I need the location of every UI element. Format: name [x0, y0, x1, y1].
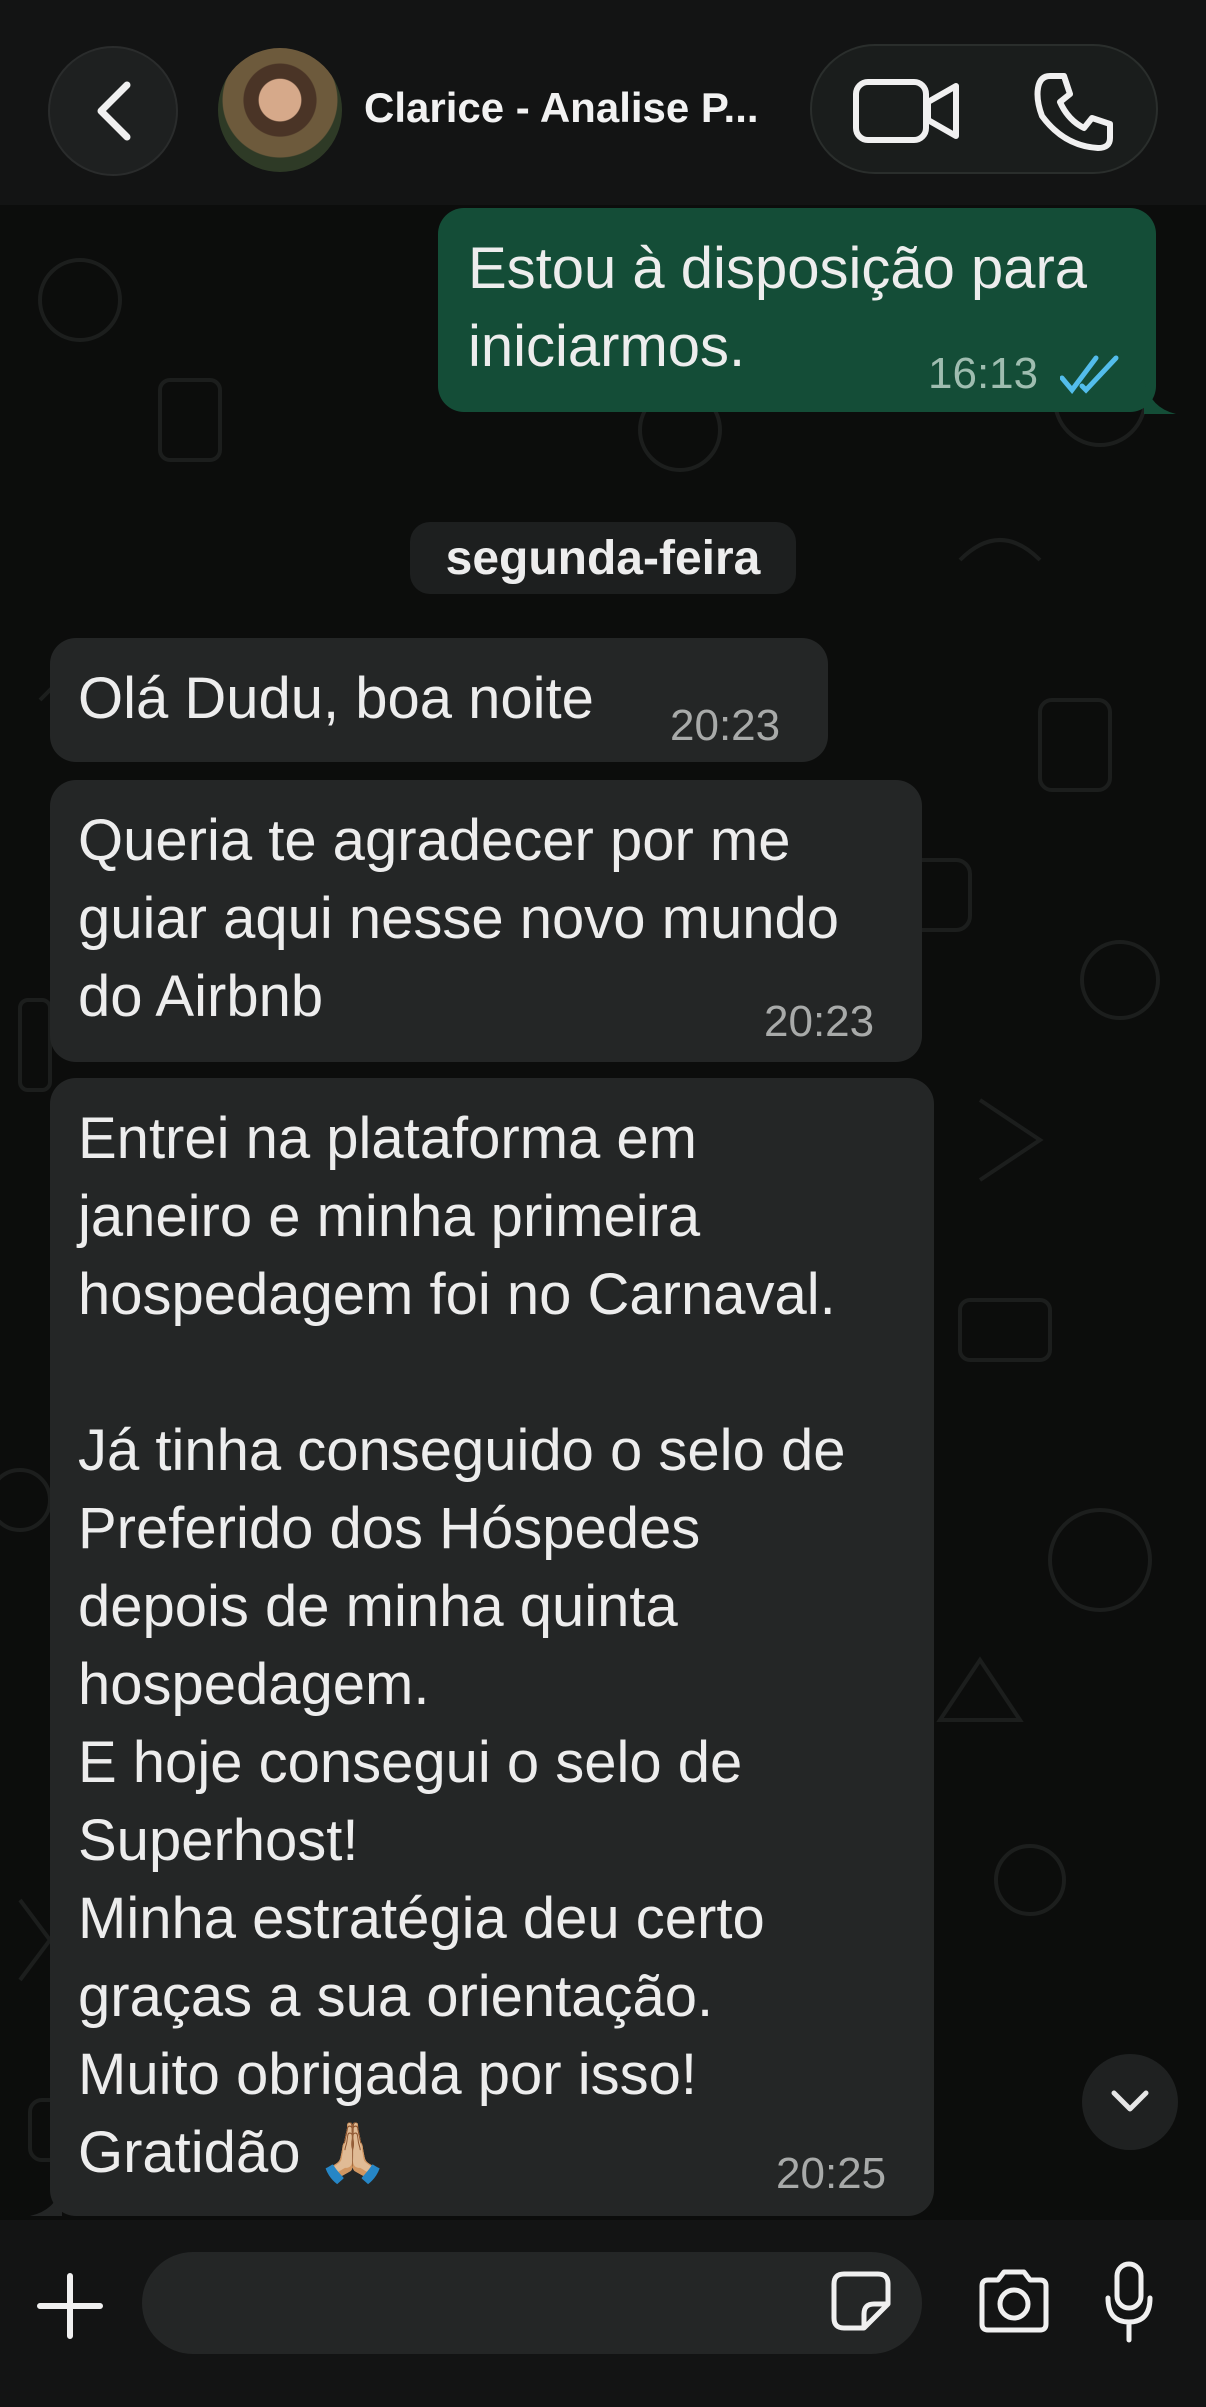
composer-bar [0, 2220, 1206, 2407]
sticker-icon[interactable] [830, 2270, 892, 2332]
video-camera-icon[interactable] [852, 76, 962, 146]
chevron-left-icon [97, 81, 131, 141]
avatar[interactable] [218, 48, 342, 172]
contact-name[interactable]: Clarice - Analise P... [364, 84, 784, 132]
message-time: 20:25 [776, 2149, 887, 2198]
message-bubble-incoming[interactable]: Queria te agradecer por me guiar aqui ne… [50, 780, 922, 1062]
camera-icon[interactable] [976, 2268, 1052, 2334]
date-separator: segunda-feira [410, 522, 796, 594]
plus-icon[interactable] [36, 2272, 104, 2340]
message-text: Entrei na plataforma em janeiro e minha … [78, 1106, 846, 2185]
message-bubble-incoming[interactable]: Entrei na plataforma em janeiro e minha … [50, 1078, 934, 2216]
call-actions [810, 44, 1158, 174]
message-time: 20:23 [764, 997, 875, 1046]
message-time: 16:13 [928, 349, 1039, 398]
bubble-tail-incoming [30, 2186, 62, 2216]
scroll-to-bottom-button[interactable] [1082, 2054, 1178, 2150]
read-ticks-icon [1060, 355, 1119, 394]
message-bubble-incoming[interactable]: Olá Dudu, boa noite 20:23 [50, 638, 828, 762]
phone-icon[interactable] [1032, 70, 1116, 154]
message-bubble-outgoing[interactable]: Estou à disposição para iniciarmos. 16:1… [438, 208, 1156, 412]
microphone-icon[interactable] [1104, 2260, 1154, 2346]
bubble-tail-outgoing [1144, 380, 1176, 414]
message-time: 20:23 [670, 701, 781, 750]
chevron-down-icon [1111, 2090, 1149, 2112]
back-button[interactable] [48, 46, 178, 176]
message-input[interactable] [142, 2252, 922, 2354]
chat-header: Clarice - Analise P... [0, 0, 1206, 205]
